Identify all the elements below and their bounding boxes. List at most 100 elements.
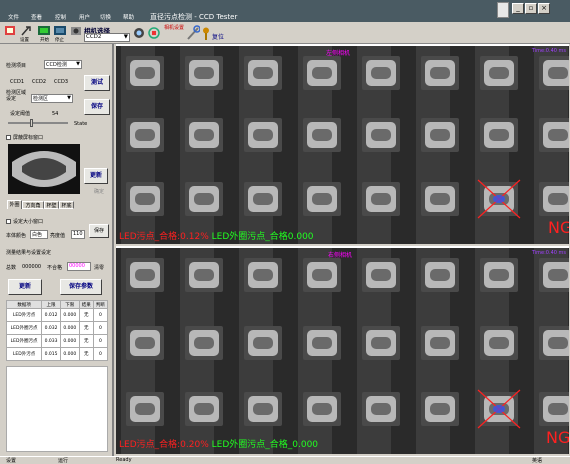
start-icon[interactable] [38,25,50,36]
table-cell: 无 [78,334,94,348]
col-header: 上限 [41,300,61,309]
status-green-left: LED外圈污点_合格0.000 [211,232,314,242]
camera-settings-label[interactable]: 相机设置 [164,25,184,32]
table-cell: 0.000 [59,347,80,361]
detect-item-value: CCD检测 [46,62,67,68]
col-header: 判断 [92,300,109,309]
camera-title-left: 左侧相机 [326,50,351,57]
size-window-label: 设定大小窗口 [13,219,44,225]
menu-view[interactable]: 查看 [31,13,42,21]
settings-icon[interactable] [20,25,32,36]
table-row: LED外圈污点 0.033 0.000 无 0 [5,334,109,348]
maximize-button[interactable]: ▫ [525,3,537,14]
region-select[interactable]: 检测区 ▼ [31,94,73,103]
threshold-label: 设定阈值 [10,111,31,117]
minimize-button[interactable]: _ [512,3,524,14]
detect-item-label: 检测项目 [6,63,27,69]
result-settings-title: 测量结果与设置设定 [6,250,52,256]
chevron-down-icon: ▼ [123,34,128,40]
detect-item-select[interactable]: CCD检测 ▼ [44,60,82,69]
status-red-left: LED污点_合格:0.12% [119,232,209,242]
count-value: 000000 [22,264,42,270]
camera-title-right: 右侧相机 [328,252,353,259]
table-cell: 无 [78,308,94,322]
slider-thumb[interactable] [30,119,33,127]
menu-control[interactable]: 控制 [55,13,66,21]
table-cell: 0.000 [59,334,80,348]
camera-lens-icon[interactable] [133,25,145,41]
col-header: 结果 [78,300,94,309]
table-cell: 0.000 [59,321,80,335]
status-run-tab[interactable]: 运行 [58,457,68,464]
table-row: LED外污点 0.012 0.000 无 0 [5,308,109,322]
color-select[interactable]: 白色 [30,230,48,239]
printer-icon[interactable] [497,2,509,18]
menu-help[interactable]: 帮助 [123,13,134,21]
ccd2-option[interactable]: CCD2 [32,79,46,85]
menu-user[interactable]: 用户 [79,13,90,21]
status-ready: Ready [116,457,132,463]
table-cell: LED外污点 [5,308,43,322]
tools-icon[interactable] [186,25,200,41]
show-window-checkbox[interactable] [6,135,11,140]
update-result-button[interactable]: 更新 [8,279,42,295]
count-label: 总数 [6,265,17,271]
color-value: 白色 [32,232,43,238]
brightness-input[interactable]: 110 [71,230,85,239]
col-header: 下限 [59,300,80,309]
table-cell: 0 [92,308,109,322]
tab-outer[interactable]: 外圈 [7,200,22,209]
chevron-down-icon: ▼ [76,61,80,67]
size-window-checkbox[interactable] [6,219,11,224]
close-button[interactable]: × [538,3,550,14]
table-cell: 0 [92,347,109,361]
threshold-slider[interactable] [8,119,68,127]
table-cell: LED外圈污点 [5,334,43,348]
camera-icon [71,27,81,35]
camera-select-value: CCD2 [86,34,102,40]
camera-view-right: 右侧相机 Time:0.40 ms LED污点_合格:0.20% LED外圈污点… [116,246,569,454]
color-label: 本体颜色 [6,233,27,239]
window-title: 直径污点检测 - CCD Tester [150,13,238,21]
reset-button[interactable]: 复位 [212,32,224,41]
status-line-right: LED污点_合格:0.20% LED外圈污点_合格_0.000 [119,437,318,450]
test-button[interactable]: 测试 [84,75,110,91]
show-window-label: 屏蔽屏标窗口 [13,135,44,141]
settings-label: 设置 [20,38,29,43]
tab-cup-wall[interactable]: 杯壁 [44,201,59,209]
results-table: 数据项 上限 下限 结果 判断 LED外污点 0.012 0.000 无 0 LED外圈… [5,300,109,361]
table-cell: 0.033 [41,334,61,348]
table-row: LED外污点 0.015 0.000 无 0 [5,347,109,361]
region-label: 检测区域设定 [6,90,27,102]
tool-icon[interactable] [4,25,16,36]
ccd3-option[interactable]: CCD3 [54,79,68,85]
table-header-row: 数据项 上限 下限 结果 判断 [5,300,109,309]
clear-button[interactable]: 清零 [94,264,104,271]
ccd1-option[interactable]: CCD1 [10,79,24,85]
time-readout-right: Time:0.40 ms [531,250,566,256]
status-settings-tab[interactable]: 设置 [6,457,16,464]
ok-label[interactable]: 确定 [94,188,104,195]
status-red-right: LED污点_合格:0.20% [119,440,209,450]
start-label: 开始 [40,38,49,43]
stop-icon[interactable] [54,25,66,36]
table-cell: LED外污点 [5,347,43,361]
menu-switch[interactable]: 切换 [100,13,111,21]
threshold-value: 54 [52,111,59,117]
tab-cup-bottom[interactable]: 杯底 [59,201,74,209]
update-button[interactable]: 更新 [84,168,108,184]
stop-label: 停止 [55,38,64,43]
camera-select[interactable]: CCD2 ▼ [84,33,130,42]
brightness-label: 亮度值 [50,233,66,239]
connect-icon[interactable] [148,25,160,41]
save-button[interactable]: 保存 [84,99,110,115]
tab-direction[interactable]: 方向角 [22,201,44,209]
menu-file[interactable]: 文件 [8,13,19,21]
table-cell: 0.015 [41,347,61,361]
save-params-button[interactable]: 保存参数 [60,279,102,295]
region-value: 检测区 [33,96,49,102]
save-small-button[interactable]: 保存 [89,224,109,238]
table-cell: 0.000 [59,308,80,322]
status-line-left: LED污点_合格:0.12% LED外圈污点_合格0.000 [119,229,314,242]
key-icon[interactable] [202,27,210,40]
